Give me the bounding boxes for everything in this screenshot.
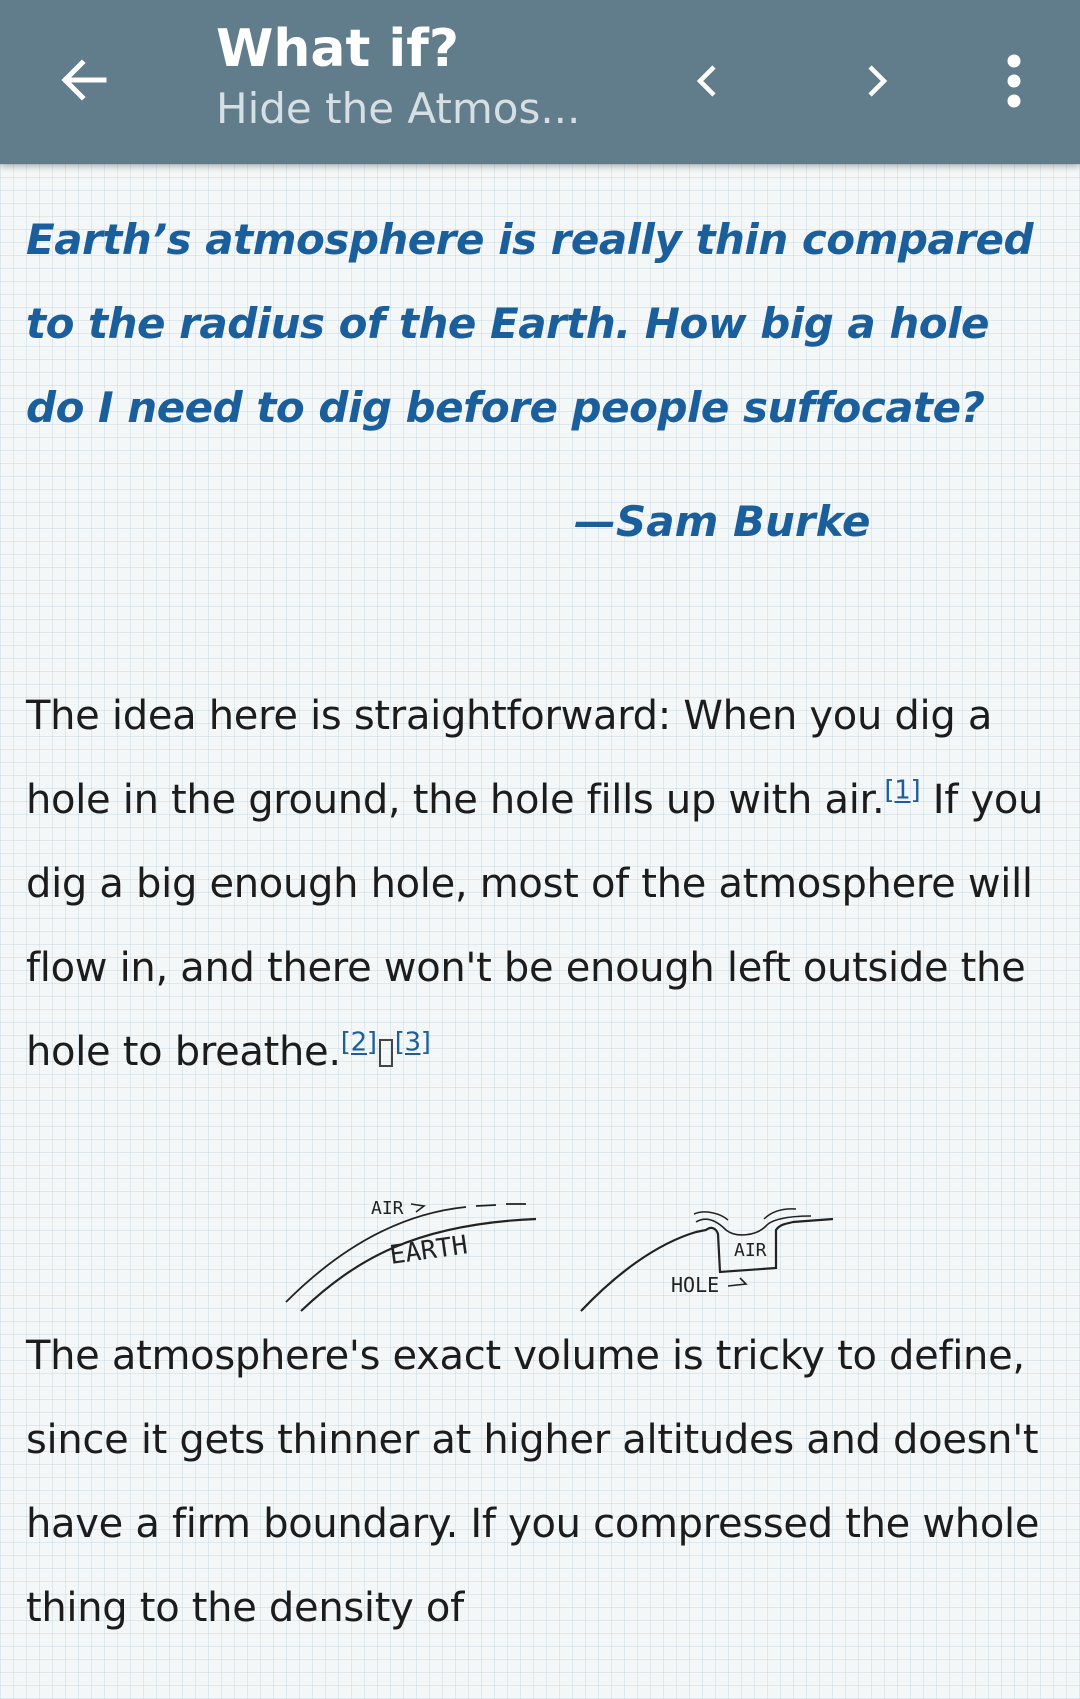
comic-label-earth: EARTH: [388, 1230, 470, 1271]
page-title: What if?: [216, 19, 460, 79]
app-bar: What if? Hide the Atmos...: [0, 0, 1080, 164]
paragraph-1-text-a: The idea here is straightforward: When y…: [26, 693, 993, 823]
comic-label-air-right: AIR: [734, 1240, 767, 1261]
footnote-link-3[interactable]: [3]: [395, 1028, 431, 1058]
footnote-link-2[interactable]: [2]: [341, 1028, 377, 1058]
title-block: What if? Hide the Atmos...: [216, 16, 596, 136]
chevron-left-icon: [696, 65, 716, 97]
question-attribution: —Sam Burke: [574, 497, 871, 546]
comic-label-air-left: AIR: [371, 1198, 404, 1219]
previous-button[interactable]: [673, 46, 743, 116]
page-subtitle: Hide the Atmos...: [216, 84, 581, 133]
hole-arrow: [727, 1277, 748, 1287]
overflow-menu-button[interactable]: [979, 46, 1049, 116]
air-dip-line: [695, 1215, 812, 1236]
footnote-link-1[interactable]: [1]: [884, 776, 920, 806]
back-button[interactable]: [52, 48, 116, 112]
hole-earth-line: [580, 1217, 834, 1312]
article-content: Earth’s atmosphere is really thin compar…: [26, 164, 1056, 1631]
comic-label-hole: HOLE: [671, 1273, 719, 1297]
missing-glyph-box: [378, 1039, 393, 1067]
reader-question: Earth’s atmosphere is really thin compar…: [26, 215, 1034, 432]
air-arrow-left: [410, 1203, 427, 1213]
paragraph-1: The idea here is straightforward: When y…: [26, 674, 1066, 1094]
more-vert-icon: [1007, 54, 1021, 108]
atmosphere-hole-comic: AIR EARTH AIR HOLE: [285, 1198, 834, 1312]
paragraph-2: The atmosphere's exact volume is tricky …: [26, 1333, 1040, 1631]
air-arrow-in-left: [693, 1211, 729, 1221]
chevron-right-icon: [868, 65, 888, 97]
arrow-left-icon: [61, 59, 107, 101]
next-button[interactable]: [841, 46, 911, 116]
